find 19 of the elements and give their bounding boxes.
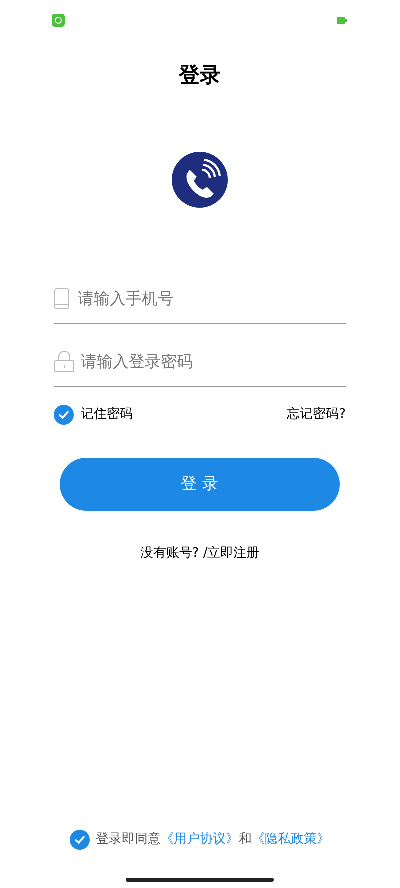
checkbox[interactable] bbox=[54, 404, 74, 424]
privacy-policy-link[interactable]: 《隐私政策》 bbox=[252, 832, 330, 848]
user-agreement-link[interactable]: 《用户协议》 bbox=[161, 832, 239, 848]
register-link[interactable]: 没有账号? /立即注册 bbox=[140, 544, 260, 563]
phone-field[interactable]: 请输入手机号 bbox=[78, 287, 346, 311]
login-button[interactable]: 登 录 bbox=[60, 458, 340, 510]
remember-password-label: 记住密码 bbox=[81, 406, 133, 424]
app-status-icon bbox=[52, 14, 65, 26]
page-title: 登录 bbox=[179, 62, 221, 89]
checkbox[interactable] bbox=[70, 830, 90, 850]
agreement-text: 登录即同意《用户协议》和《隐私政策》 bbox=[96, 831, 330, 850]
password-field[interactable]: 请输入登录密码 bbox=[81, 350, 346, 374]
lock-icon bbox=[54, 351, 75, 373]
mobile-phone-icon bbox=[54, 288, 70, 310]
check-icon bbox=[58, 408, 70, 420]
forgot-password-link[interactable]: 忘记密码? bbox=[287, 404, 346, 424]
phone-logo-icon bbox=[172, 152, 228, 208]
check-icon bbox=[74, 834, 86, 846]
battery-icon bbox=[337, 16, 348, 24]
